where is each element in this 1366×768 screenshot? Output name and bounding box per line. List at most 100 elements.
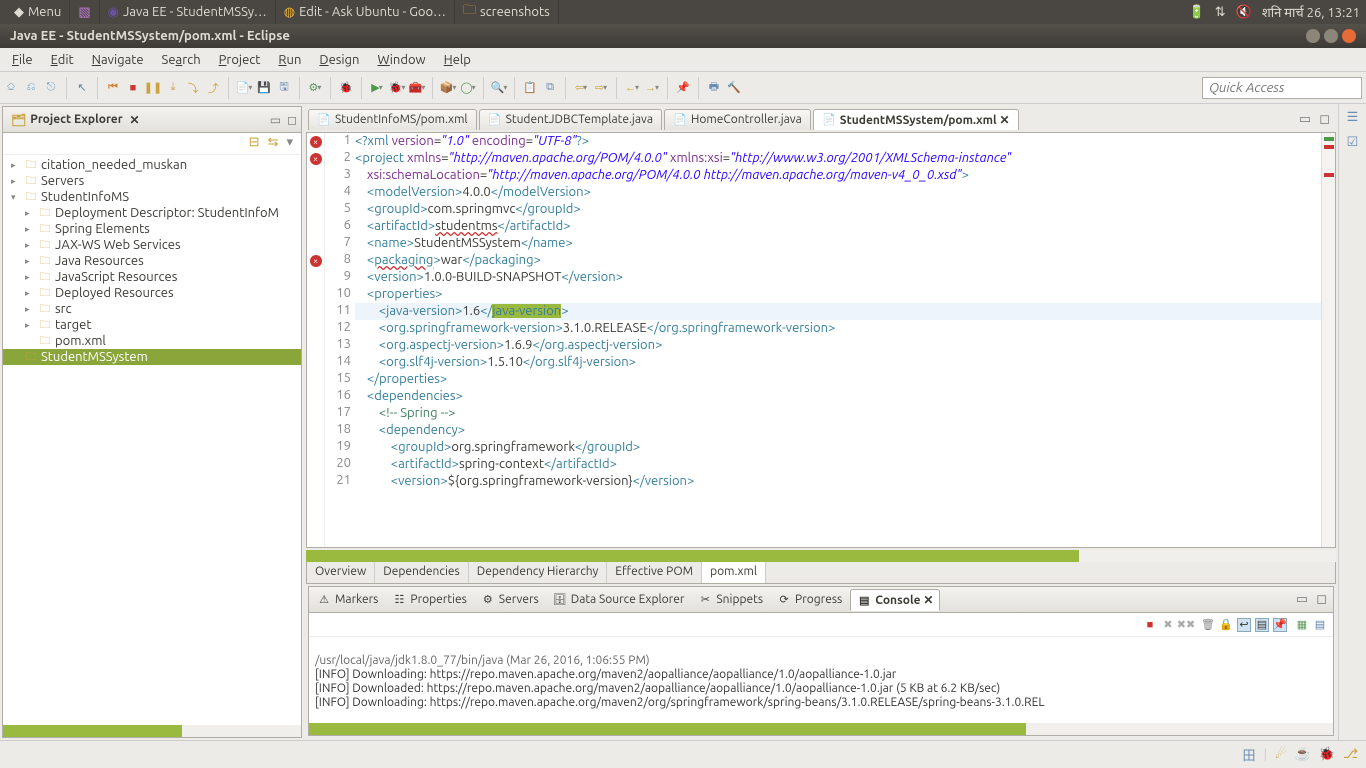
bottom-tab[interactable]: ⟳Progress: [771, 590, 848, 610]
console-hscroll[interactable]: [309, 723, 1333, 735]
view-maximize-icon[interactable]: ◻: [287, 113, 297, 127]
terminate-icon[interactable]: ■: [1143, 618, 1157, 632]
bottom-tab[interactable]: ⚠Markers: [311, 590, 384, 610]
quick-access-input[interactable]: [1202, 77, 1362, 99]
tb-debug[interactable]: 🐞: [390, 81, 404, 95]
tb-back[interactable]: ←: [625, 81, 639, 95]
project-explorer-tab[interactable]: 🗂 Project Explorer ✕: [7, 111, 144, 129]
outline-icon[interactable]: ☰: [1347, 110, 1359, 125]
tb-step-out[interactable]: ⤴: [206, 81, 220, 95]
tb-build[interactable]: 🔨: [727, 81, 741, 95]
menu-search[interactable]: Search: [154, 51, 209, 69]
task-list-icon[interactable]: ☑: [1347, 135, 1359, 150]
tb-pin[interactable]: 📌: [676, 81, 690, 95]
task-app-1[interactable]: ▧: [70, 0, 99, 24]
link-editor-icon[interactable]: ⇆: [268, 135, 279, 152]
scroll-lock-icon[interactable]: 🔒: [1219, 618, 1233, 632]
tb-print[interactable]: 🖶: [707, 81, 721, 95]
network-icon[interactable]: ⇅: [1215, 5, 1226, 20]
tb-save-all[interactable]: 🖫: [277, 81, 291, 95]
clear-console-icon[interactable]: 🗑: [1201, 618, 1215, 632]
menu-window[interactable]: Window: [369, 51, 433, 69]
tree-node[interactable]: 🗀pom.xml: [3, 333, 301, 349]
menu-file[interactable]: File: [4, 51, 41, 69]
battery-icon[interactable]: 🔋: [1189, 5, 1205, 20]
bottom-tab[interactable]: ⚙Servers: [475, 590, 545, 610]
tb-debug-last[interactable]: 🐞: [339, 81, 353, 95]
tree-node[interactable]: 🗀StudentMSSystem: [3, 349, 301, 365]
sound-icon[interactable]: 🔇: [1236, 5, 1252, 20]
tb-open-type[interactable]: ⧉: [543, 81, 557, 95]
clock[interactable]: शनि मार्च 26, 13:21: [1262, 3, 1360, 21]
bottom-tab[interactable]: ▤Console ✕: [850, 589, 940, 611]
tb-pause[interactable]: ❚❚: [146, 81, 160, 95]
overview-ruler[interactable]: [1321, 133, 1335, 547]
tree-node[interactable]: ▸🗀Servers: [3, 173, 301, 189]
tb-search[interactable]: 🔍: [492, 81, 506, 95]
console-output[interactable]: /usr/local/java/jdk1.8.0_77/bin/java (Ma…: [309, 637, 1333, 721]
tb-step[interactable]: ⤓: [166, 81, 180, 95]
code-area[interactable]: <?xml version="1.0" encoding="UTF-8"?><p…: [355, 133, 1321, 547]
os-menu[interactable]: ◆Menu: [6, 0, 70, 24]
open-console-icon[interactable]: ▤: [1313, 618, 1327, 632]
perspective-javaee-icon[interactable]: 田: [1242, 745, 1255, 764]
perspective-java-icon[interactable]: ☕: [1295, 747, 1311, 762]
editor-tab[interactable]: 📄StudentInfoMS/pom.xml: [308, 109, 477, 130]
task-chrome[interactable]: ◍Edit - Ask Ubuntu - Goo…: [276, 0, 455, 24]
bottom-minimize-icon[interactable]: ▭: [1296, 592, 1308, 607]
menu-navigate[interactable]: Navigate: [84, 51, 152, 69]
tb-open-task[interactable]: 📋: [523, 81, 537, 95]
tb-align-left[interactable]: ⎐: [4, 81, 18, 95]
bottom-tab[interactable]: ✂Snippets: [692, 590, 769, 610]
open-perspective-icon[interactable]: ☄: [1275, 747, 1287, 762]
tb-new-type[interactable]: ◯: [461, 81, 475, 95]
editor-hscroll[interactable]: [306, 550, 1336, 562]
tb-new[interactable]: 📄: [237, 81, 251, 95]
bottom-tab[interactable]: 🗄Data Source Explorer: [547, 590, 691, 610]
pom-tab[interactable]: pom.xml: [702, 562, 766, 583]
pom-tab[interactable]: Dependency Hierarchy: [469, 562, 608, 583]
pom-tab[interactable]: Dependencies: [375, 562, 468, 583]
tb-arrow[interactable]: ↖: [75, 81, 89, 95]
explorer-hscroll[interactable]: [3, 725, 301, 737]
pom-tab[interactable]: Effective POM: [607, 562, 702, 583]
tb-step-into[interactable]: ⤵: [186, 81, 200, 95]
editor-tab[interactable]: 📄StudentMSSystem/pom.xml ✕: [813, 109, 1019, 130]
view-menu-icon[interactable]: ▾: [286, 135, 293, 152]
collapse-all-icon[interactable]: ⊟: [249, 135, 260, 152]
word-wrap-icon[interactable]: ↩: [1237, 618, 1251, 632]
perspective-git-icon[interactable]: ⎇: [1343, 747, 1358, 762]
display-selected-icon[interactable]: ▦: [1295, 618, 1309, 632]
editor-maximize-icon[interactable]: ◻: [1319, 112, 1330, 127]
show-console-icon[interactable]: ▤: [1255, 618, 1269, 632]
editor-minimize-icon[interactable]: ▭: [1299, 112, 1311, 127]
bottom-maximize-icon[interactable]: ◻: [1316, 592, 1327, 607]
pin-console-icon[interactable]: 📌: [1273, 618, 1287, 632]
pom-tab[interactable]: Overview: [307, 562, 375, 583]
tb-ext-tools[interactable]: 🧰: [410, 81, 424, 95]
tb-server[interactable]: ⚙: [308, 81, 322, 95]
tb-forward[interactable]: →: [645, 81, 659, 95]
tb-align-right[interactable]: ⎋: [44, 81, 58, 95]
view-minimize-icon[interactable]: ▭: [270, 113, 281, 127]
menu-run[interactable]: Run: [270, 51, 309, 69]
tb-align-center[interactable]: ⎌: [24, 81, 38, 95]
tb-skip-back[interactable]: ⏮: [106, 81, 120, 95]
tree-node[interactable]: ▸🗀citation_needed_muskan: [3, 157, 301, 173]
remove-all-icon[interactable]: ✖✖: [1179, 618, 1193, 632]
remove-launch-icon[interactable]: ✖: [1161, 618, 1175, 632]
editor-tab[interactable]: 📄HomeController.java: [664, 109, 811, 130]
task-files[interactable]: 🗀screenshots: [455, 0, 559, 24]
tb-run[interactable]: ▶: [370, 81, 384, 95]
maximize-button[interactable]: [1324, 29, 1338, 43]
task-eclipse[interactable]: ◉Java EE - StudentMSSy…: [100, 0, 276, 24]
editor-tab[interactable]: 📄StudentJDBCTemplate.java: [479, 109, 662, 130]
menu-help[interactable]: Help: [436, 51, 479, 69]
tb-stop[interactable]: ■: [126, 81, 140, 95]
menu-project[interactable]: Project: [211, 51, 269, 69]
menu-design[interactable]: Design: [311, 51, 367, 69]
close-button[interactable]: [1342, 29, 1356, 43]
project-tree[interactable]: ▸🗀citation_needed_muskan▸🗀Servers▾🗀Stude…: [3, 155, 301, 723]
bottom-tab[interactable]: ☷Properties: [386, 590, 472, 610]
menu-edit[interactable]: Edit: [43, 51, 82, 69]
